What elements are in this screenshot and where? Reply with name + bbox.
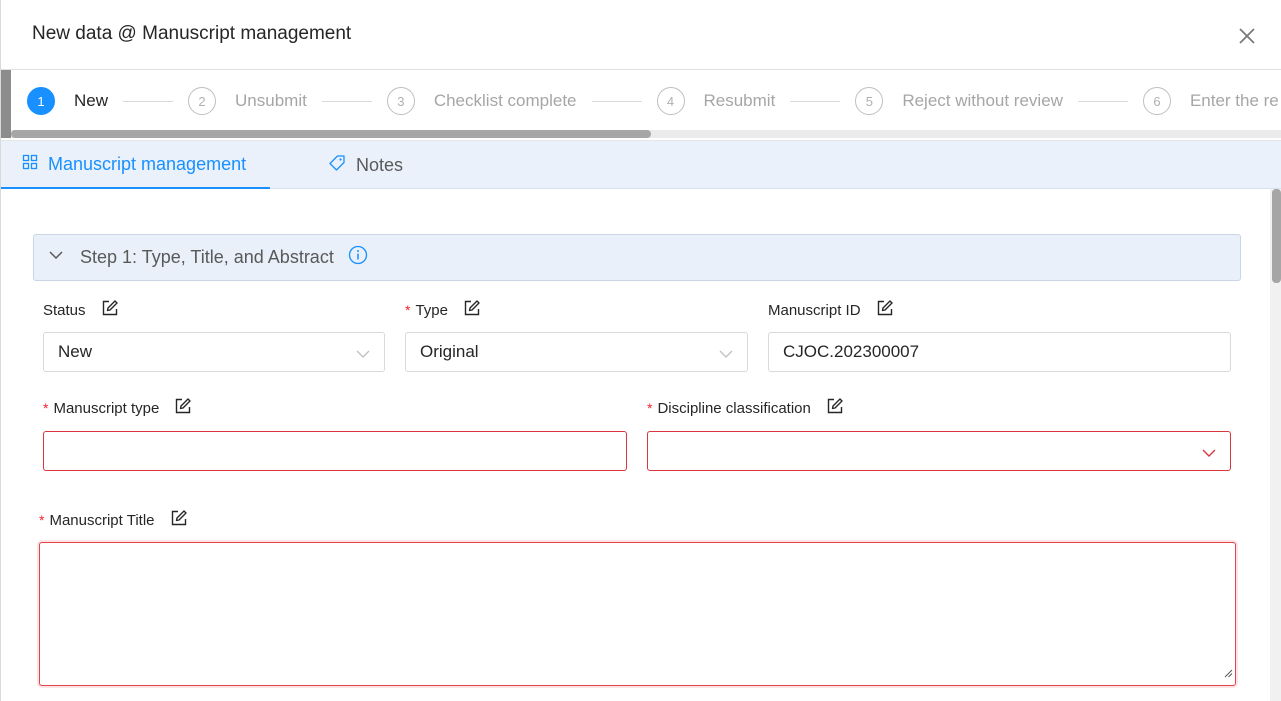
step-connector (123, 100, 174, 102)
step-label: Checklist complete (433, 91, 577, 110)
type-value: Original (420, 342, 479, 361)
step-label: New (74, 91, 109, 110)
step-number: 3 (386, 87, 415, 115)
step-enter-review[interactable]: 6 Enter the re (1142, 87, 1279, 115)
step-unsubmit[interactable]: 2 Unsubmit (188, 87, 387, 115)
step-reject-without-review[interactable]: 5 Reject without review (855, 87, 1143, 115)
status-label-row: Status (43, 299, 119, 321)
edit-icon[interactable] (826, 397, 844, 419)
edit-icon[interactable] (170, 509, 188, 531)
grid-icon (22, 154, 48, 175)
manuscript-type-field[interactable] (43, 431, 627, 471)
chevron-down-icon (1202, 445, 1216, 465)
manuscript-id-field[interactable]: CJOC.202300007 (768, 332, 1231, 372)
step-connector (1077, 100, 1128, 102)
discipline-label-row: * Discipline classification (647, 397, 844, 419)
workflow-steps: 1 New 2 Unsubmit 3 Checklist complete 4 … (1, 70, 1281, 141)
discipline-label: Discipline classification (657, 399, 811, 417)
resize-handle-icon[interactable] (1223, 665, 1233, 683)
new-data-dialog: New data @ Manuscript management 1 New 2… (0, 0, 1281, 701)
edit-icon[interactable] (101, 299, 119, 321)
step-resubmit[interactable]: 4 Resubmit (656, 87, 856, 115)
manuscript-id-label-row: Manuscript ID (768, 299, 894, 321)
required-marker: * (647, 400, 653, 416)
status-value: New (58, 342, 93, 361)
edit-icon[interactable] (876, 299, 894, 321)
status-label: Status (43, 301, 86, 319)
type-label-row: * Type (405, 299, 481, 321)
step-new[interactable]: 1 New (27, 87, 188, 115)
step-checklist-complete[interactable]: 3 Checklist complete (386, 87, 657, 115)
info-icon[interactable] (348, 245, 368, 270)
section-title: Step 1: Type, Title, and Abstract (80, 247, 334, 267)
step-number: 1 (27, 87, 55, 115)
type-select[interactable]: Original (405, 332, 748, 372)
manuscript-id-label: Manuscript ID (768, 301, 861, 319)
status-select[interactable]: New (43, 332, 385, 372)
required-marker: * (39, 512, 45, 528)
dialog-header: New data @ Manuscript management (1, 0, 1281, 70)
step-number: 5 (855, 87, 884, 115)
manuscript-type-label-row: * Manuscript type (43, 397, 192, 419)
steps-left-edge (1, 70, 11, 138)
required-marker: * (405, 302, 411, 318)
step-label: Enter the re (1189, 91, 1279, 110)
manuscript-title-label: Manuscript Title (49, 511, 155, 529)
chevron-down-icon (356, 346, 370, 366)
edit-icon[interactable] (463, 299, 481, 321)
step-connector (321, 100, 372, 102)
chevron-down-icon (719, 346, 733, 366)
steps-scrollbar[interactable] (11, 130, 651, 138)
manuscript-title-textarea[interactable] (39, 542, 1236, 686)
tab-notes[interactable]: Notes (328, 141, 403, 189)
discipline-select[interactable] (647, 431, 1231, 471)
step-number: 4 (656, 87, 685, 115)
tab-label: Notes (356, 154, 404, 175)
step-connector (790, 100, 841, 102)
section-header-step-1[interactable]: Step 1: Type, Title, and Abstract (33, 234, 1241, 281)
manuscript-title-label-row: * Manuscript Title (39, 509, 188, 531)
chevron-down-icon[interactable] (48, 247, 64, 268)
tab-label: Manuscript management (48, 153, 247, 174)
step-connector (591, 100, 642, 102)
edit-icon[interactable] (174, 397, 192, 419)
manuscript-type-label: Manuscript type (53, 399, 160, 417)
required-marker: * (43, 400, 49, 416)
step-label: Reject without review (902, 91, 1063, 110)
tag-icon (328, 154, 356, 177)
step-label: Resubmit (703, 91, 776, 110)
tab-manuscript-management[interactable]: Manuscript management (1, 141, 270, 189)
step-label: Unsubmit (235, 91, 307, 110)
step-number: 2 (188, 87, 217, 115)
type-label: Type (415, 301, 448, 319)
tab-bar: Manuscript management Notes (1, 141, 1281, 189)
manuscript-id-value: CJOC.202300007 (783, 342, 920, 361)
close-icon[interactable] (1235, 24, 1259, 48)
dialog-title: New data @ Manuscript management (32, 23, 352, 44)
step-number: 6 (1142, 87, 1171, 115)
content-scrollbar[interactable] (1272, 189, 1281, 283)
